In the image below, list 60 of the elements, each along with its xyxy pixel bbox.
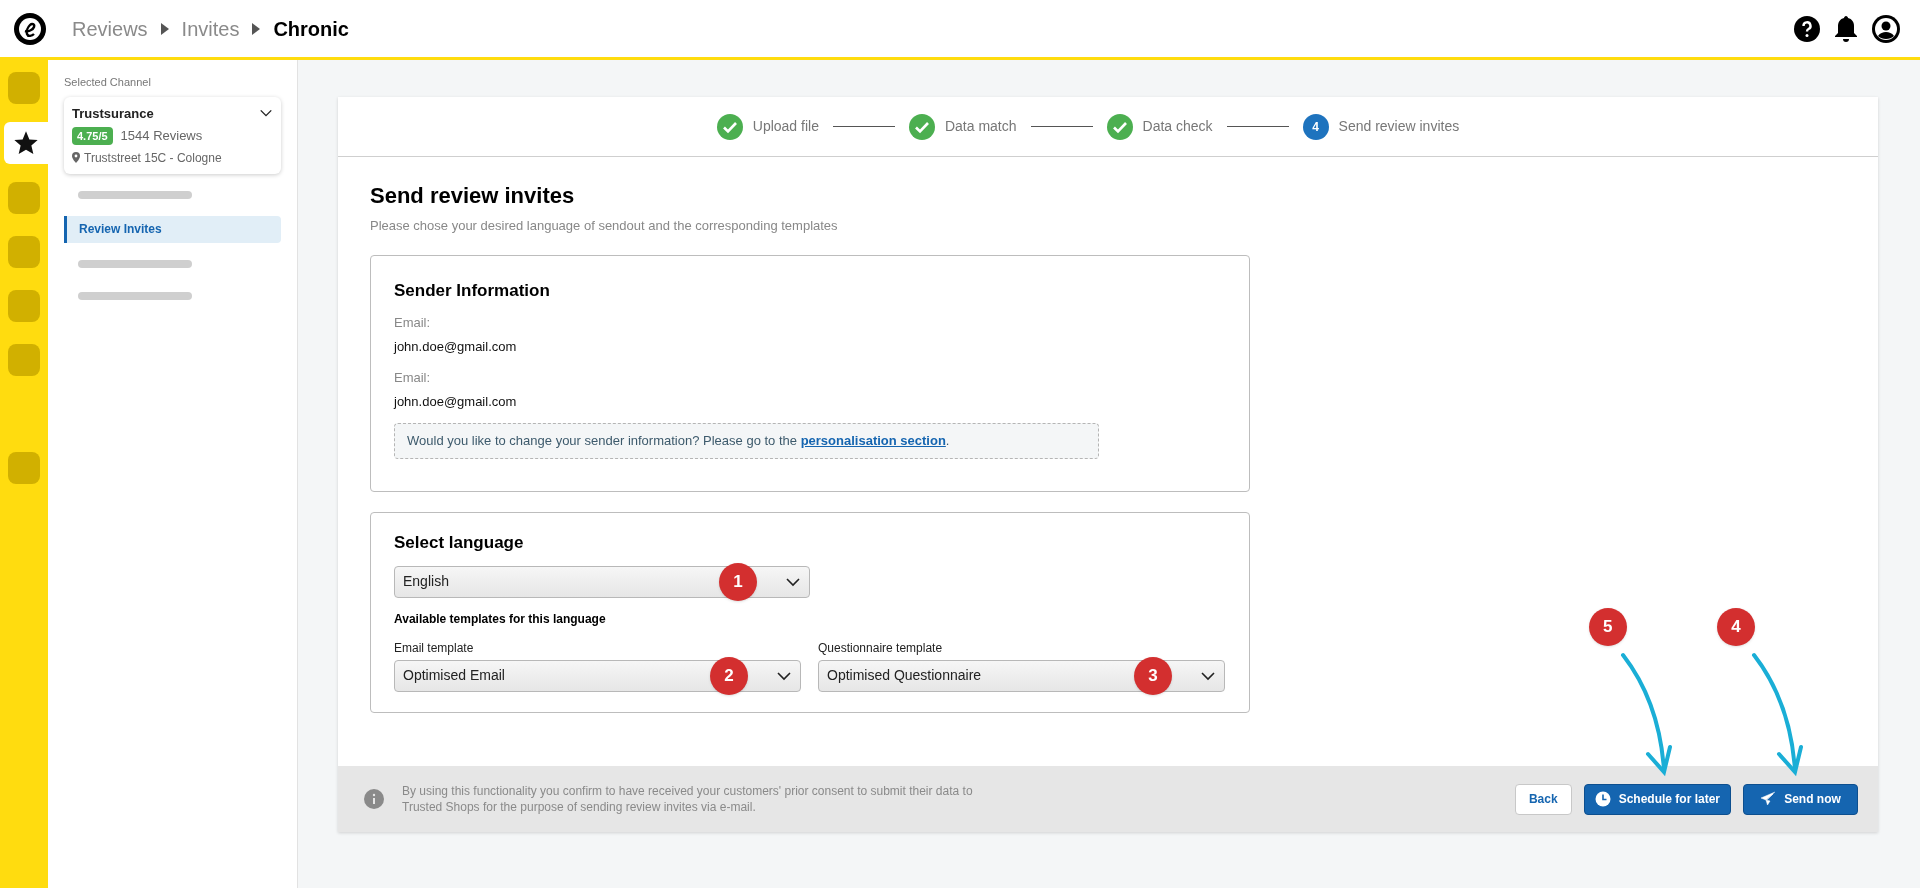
page-subtitle: Please chose your desired language of sendout and the corresponding templates (370, 217, 839, 235)
menu-placeholder[interactable] (78, 190, 192, 199)
step-label: Send review invites (1338, 117, 1460, 136)
breadcrumb[interactable]: Reviews (72, 13, 148, 44)
field-label: Questionnaire template (818, 639, 944, 657)
clock-icon (1594, 791, 1611, 807)
step-label: Data match (944, 117, 1017, 136)
review-count: 1544 Reviews (120, 127, 203, 145)
nav-placeholder-icon (8, 344, 40, 376)
consent-text: By using this functionality you confirm to have received your customers' prior consent to submit their data to Trusted Shops for the purpose of sending review invites via e-mail. (402, 783, 974, 815)
dropdown[interactable]: Optimised Questionnaire 3 (818, 659, 1225, 692)
footer-button[interactable]: Schedule for later (1583, 783, 1731, 815)
field-value: john.doe@gmail.com (394, 392, 518, 411)
footer-button[interactable]: Send now (1743, 783, 1858, 815)
nav-placeholder-icon (8, 452, 40, 484)
menu-placeholder[interactable] (78, 259, 192, 268)
send-icon (1760, 791, 1777, 807)
breadcrumb-separator-icon (159, 22, 170, 35)
field-value: john.doe@gmail.com (394, 337, 518, 356)
templates-heading: Available templates for this language (394, 610, 607, 628)
field-label: Email: (394, 369, 432, 387)
nav-placeholder-icon (8, 72, 40, 104)
field-label: Email: (394, 314, 432, 332)
annotation-marker: 1 (719, 562, 757, 601)
annotation-marker: 3 (1134, 656, 1172, 695)
channel-address: Truststreet 15C - Cologne (84, 149, 222, 167)
channel-name: Trustsurance (72, 104, 155, 123)
rail-item[interactable] (4, 122, 48, 164)
annotation-marker: 2 (710, 656, 748, 695)
info-icon (364, 789, 384, 809)
sidebar-item[interactable]: Review Invites (64, 215, 281, 243)
page-title: Send review invites (370, 182, 576, 210)
step-label: Data check (1142, 117, 1213, 136)
step-number: 4 (1302, 113, 1329, 140)
sidebar-heading: Selected Channel (64, 75, 152, 90)
help-icon[interactable] (1794, 15, 1820, 42)
note-text: Would you like to change your sender information? Please go to the personalisation section. (407, 432, 950, 451)
dropdown[interactable]: Optimised Email 2 (394, 659, 801, 692)
breadcrumb[interactable]: Invites (181, 13, 240, 44)
breadcrumb-separator-icon (251, 22, 262, 35)
channel-card[interactable]: Trustsurance 4.75/5 1544 Reviews Truststreet 15C - Cologne (64, 96, 281, 174)
rating-badge: 4.75/5 (72, 126, 113, 145)
logo-icon[interactable] (14, 12, 46, 45)
nav-placeholder-icon (8, 236, 40, 268)
section-title: Sender Information (394, 279, 551, 302)
location-pin-icon (72, 152, 80, 163)
user-avatar-icon[interactable] (1872, 14, 1900, 43)
nav-placeholder-icon (8, 290, 40, 322)
dropdown[interactable]: English 1 (394, 565, 810, 598)
field-label: Email template (394, 639, 475, 657)
nav-placeholder-icon (8, 182, 40, 214)
personalisation-link[interactable]: personalisation section (800, 433, 946, 449)
breadcrumb: Chronic (273, 16, 349, 42)
section-title: Select language (394, 532, 525, 554)
footer-button[interactable]: Back (1514, 783, 1572, 815)
bell-icon[interactable] (1834, 14, 1858, 43)
menu-placeholder[interactable] (78, 291, 192, 300)
annotation-marker: 5 (1588, 607, 1627, 646)
annotation-marker: 4 (1717, 607, 1755, 646)
step-label: Upload file (752, 117, 819, 136)
